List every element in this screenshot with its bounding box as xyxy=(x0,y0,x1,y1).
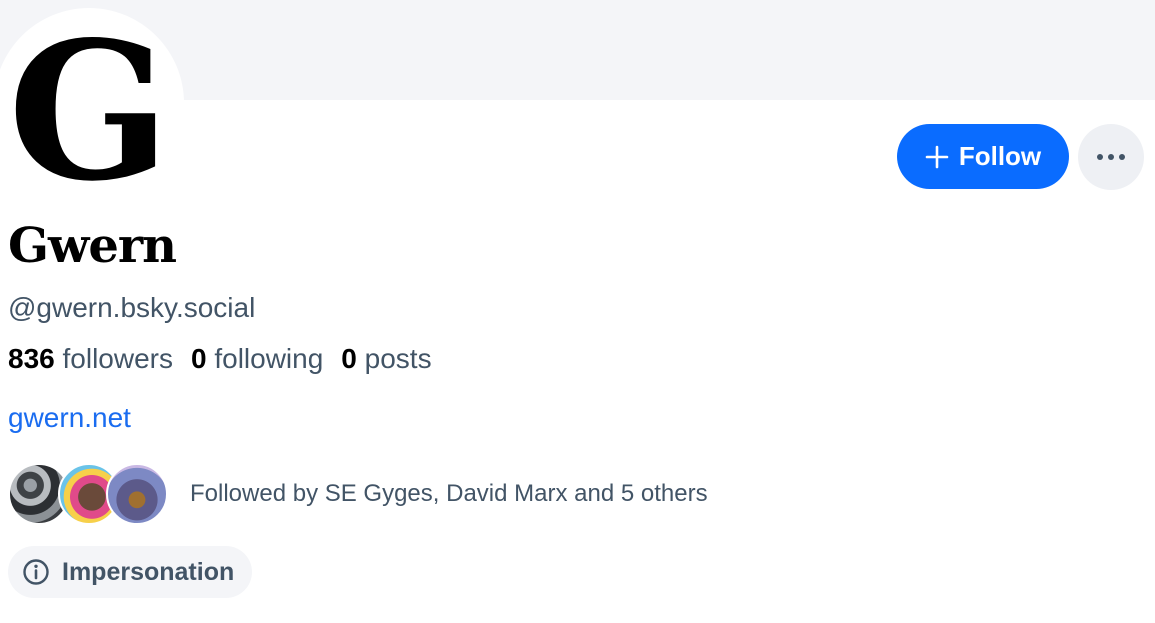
avatar xyxy=(106,463,168,525)
follow-button-label: Follow xyxy=(958,141,1042,171)
profile-avatar[interactable]: G xyxy=(0,8,184,198)
followers-count: 836 xyxy=(8,343,55,374)
profile-handle: @gwern.bsky.social xyxy=(8,292,256,323)
display-name: Gwern xyxy=(8,218,177,274)
following-stat[interactable]: 0 following xyxy=(191,343,323,374)
ellipsis-icon xyxy=(1097,154,1125,160)
info-icon xyxy=(23,559,49,585)
posts-stat: 0 posts xyxy=(341,343,431,374)
profile-page: G Follow Gwern @gwern.bsky.social 836 fo… xyxy=(0,0,1155,623)
posts-label: posts xyxy=(364,343,432,374)
followers-label: followers xyxy=(62,343,173,374)
follow-button[interactable]: Follow xyxy=(897,124,1069,189)
following-count: 0 xyxy=(190,343,207,374)
more-options-button[interactable] xyxy=(1078,124,1144,190)
known-followers-text: Followed by SE Gyges, David Marx and 5 o… xyxy=(190,480,708,507)
moderation-label-text: Impersonation xyxy=(62,557,235,586)
known-followers-avatars xyxy=(8,463,168,525)
followers-stat[interactable]: 836 followers xyxy=(8,343,173,374)
avatar-letter: G xyxy=(14,20,164,192)
gothic-g-logo: G xyxy=(14,20,164,192)
website-link[interactable]: gwern.net xyxy=(8,400,131,436)
posts-count: 0 xyxy=(341,343,357,374)
plus-icon xyxy=(925,145,949,168)
profile-stats: 836 followers 0 following 0 posts xyxy=(8,341,432,377)
known-followers[interactable]: Followed by SE Gyges, David Marx and 5 o… xyxy=(8,463,708,525)
moderation-label-chip[interactable]: Impersonation xyxy=(8,546,253,598)
following-label: following xyxy=(214,343,324,374)
